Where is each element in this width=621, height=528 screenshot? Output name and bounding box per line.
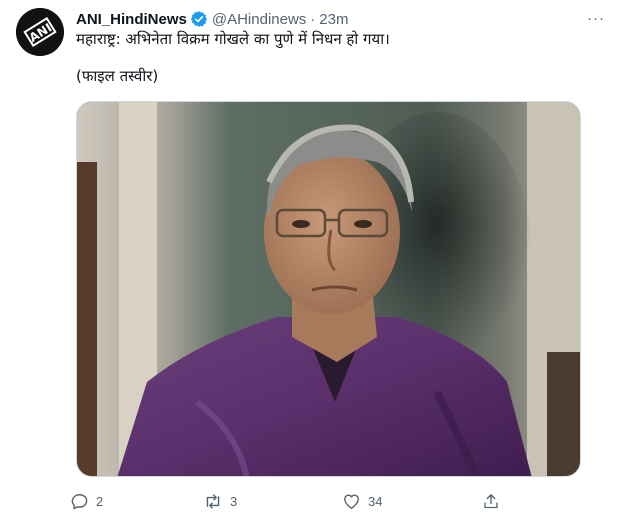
share-button[interactable] <box>474 486 508 516</box>
handle[interactable]: @AHindinews <box>212 11 306 28</box>
tweet-actions: 2 3 34 <box>62 486 522 516</box>
retweet-count: 3 <box>230 493 238 509</box>
timestamp[interactable]: 23m <box>319 11 348 28</box>
retweet-icon <box>196 486 230 516</box>
heart-icon <box>334 486 368 516</box>
reply-count: 2 <box>96 493 104 509</box>
retweet-button[interactable]: 3 <box>196 486 237 516</box>
more-options-icon[interactable]: ··· <box>587 8 605 30</box>
ani-logo-icon: ANI <box>16 8 64 56</box>
separator-dot: · <box>310 10 316 28</box>
tweet-photo[interactable] <box>76 101 581 477</box>
share-icon <box>474 486 508 516</box>
like-count: 34 <box>368 493 383 509</box>
tweet-header: ANI_HindiNews @AHindinews · 23m ··· <box>76 8 605 30</box>
like-button[interactable]: 34 <box>334 486 382 516</box>
tweet-card[interactable]: ANI ANI_HindiNews @AHindinews · 23m ··· … <box>0 0 621 528</box>
display-name[interactable]: ANI_HindiNews <box>76 11 187 28</box>
verified-badge-icon <box>190 10 208 28</box>
tweet-text: महाराष्ट्र: अभिनेता विक्रम गोखले का पुणे… <box>76 30 390 48</box>
reply-icon <box>62 486 96 516</box>
reply-button[interactable]: 2 <box>62 486 103 516</box>
avatar[interactable]: ANI <box>16 8 64 56</box>
tweet-text-caption: (फाइल तस्वीर) <box>76 67 159 85</box>
